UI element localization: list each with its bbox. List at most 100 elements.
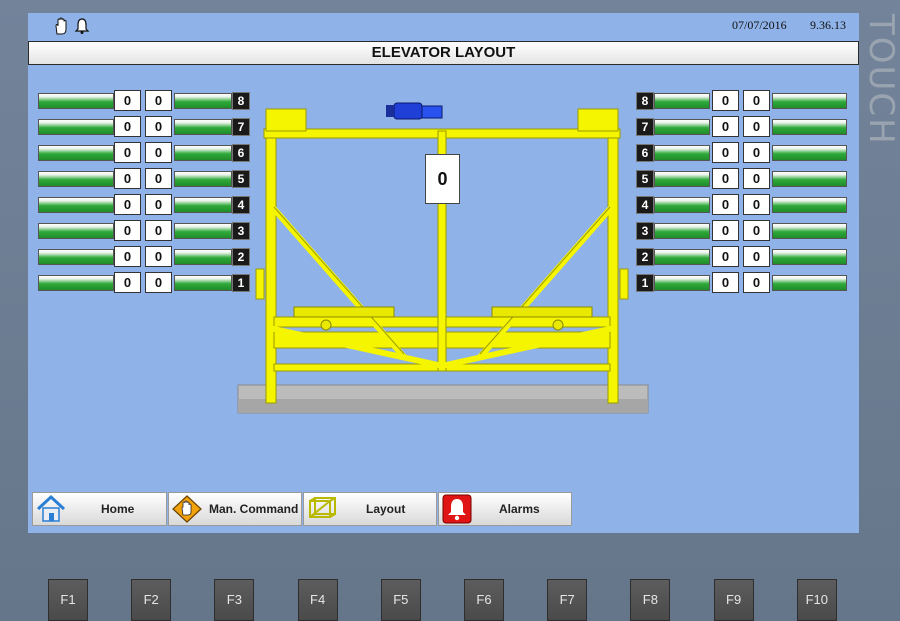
floor-bar-left [38,197,114,213]
floor-bar-left [38,223,114,239]
floor-value-a: 0 [712,90,739,111]
touch-label: TOUCH [861,14,900,146]
floor-value-b: 0 [145,142,172,163]
floor-bar-left [654,119,710,135]
floor-value-b: 0 [145,90,172,111]
floor-bar-right [174,171,232,187]
left-floor-row: 008 [38,90,250,111]
status-date: 07/07/2016 [732,18,787,32]
function-key-f2[interactable]: F2 [131,579,172,621]
home-label: Home [101,502,135,516]
floor-value-a: 0 [712,168,739,189]
floor-bar-right [174,93,232,109]
floor-bar-right [772,197,847,213]
floor-value-b: 0 [743,246,770,267]
floor-bar-right [174,197,232,213]
floor-bar-left [38,119,114,135]
left-floor-row: 007 [38,116,250,137]
floor-bar-right [772,249,847,265]
floor-value-a: 0 [114,142,141,163]
right-floor-row: 100 [636,272,848,293]
floor-value-b: 0 [145,116,172,137]
home-icon [36,494,66,522]
page-title: ELEVATOR LAYOUT [28,41,859,65]
function-key-f3[interactable]: F3 [214,579,255,621]
right-floor-row: 500 [636,168,848,189]
floor-bar-right [174,119,232,135]
right-floor-row: 600 [636,142,848,163]
floor-bar-right [772,119,847,135]
floor-bar-left [38,171,114,187]
left-floor-row: 005 [38,168,250,189]
function-key-f1[interactable]: F1 [48,579,88,621]
left-floor-row: 003 [38,220,250,241]
function-key-f8[interactable]: F8 [630,579,671,621]
floor-bar-right [174,275,232,291]
floor-bar-left [654,145,710,161]
motor-icon [386,102,443,120]
floor-bar-left [38,249,114,265]
floor-bar-right [772,171,847,187]
floor-value-b: 0 [145,272,172,293]
right-floor-row: 300 [636,220,848,241]
right-floor-row: 400 [636,194,848,215]
floor-value-a: 0 [712,142,739,163]
elevator-diagram [237,102,649,414]
left-floor-row: 002 [38,246,250,267]
layout-icon [309,497,336,518]
floor-value-b: 0 [743,220,770,241]
floor-bar-left [38,275,114,291]
function-key-f7[interactable]: F7 [547,579,588,621]
status-time: 9.36.13 [810,18,846,32]
alarms-button[interactable]: Alarms [438,492,572,526]
floor-bar-left [654,171,710,187]
floor-value-b: 0 [145,194,172,215]
floor-value-b: 0 [145,246,172,267]
floor-value-b: 0 [743,116,770,137]
hand-icon[interactable] [52,17,70,35]
floor-bar-left [38,145,114,161]
elevator-load-value: 0 [425,154,460,204]
floor-value-b: 0 [743,194,770,215]
floor-value-a: 0 [114,90,141,111]
layout-label: Layout [366,502,406,516]
floor-bar-left [654,223,710,239]
floor-bar-right [772,275,847,291]
layout-button[interactable]: Layout [303,492,437,526]
left-floor-row: 006 [38,142,250,163]
floor-value-a: 0 [712,272,739,293]
function-key-f10[interactable]: F10 [796,579,837,621]
floor-value-b: 0 [743,142,770,163]
function-key-f9[interactable]: F9 [713,579,754,621]
floor-bar-left [654,93,710,109]
right-floor-row: 200 [636,246,848,267]
home-button[interactable]: Home [32,492,167,526]
floor-value-b: 0 [743,90,770,111]
bell-icon[interactable] [73,17,91,35]
floor-value-a: 0 [114,168,141,189]
man-command-button[interactable]: Man. Command [168,492,302,526]
floor-bar-right [772,93,847,109]
floor-bar-right [174,145,232,161]
floor-value-b: 0 [743,272,770,293]
floor-value-b: 0 [145,168,172,189]
floor-value-a: 0 [712,220,739,241]
function-key-f5[interactable]: F5 [380,579,421,621]
floor-bar-right [772,145,847,161]
left-floor-row: 001 [38,272,250,293]
floor-value-a: 0 [114,272,141,293]
function-key-f4[interactable]: F4 [297,579,338,621]
floor-value-a: 0 [712,116,739,137]
floor-value-a: 0 [114,194,141,215]
floor-bar-right [174,249,232,265]
floor-value-a: 0 [114,220,141,241]
floor-bar-left [654,197,710,213]
floor-value-a: 0 [712,246,739,267]
hand-warning-icon [172,495,202,523]
man-command-label: Man. Command [209,502,299,516]
floor-bar-left [654,275,710,291]
function-key-f6[interactable]: F6 [464,579,504,621]
floor-value-a: 0 [712,194,739,215]
status-bar: 07/07/2016 9.36.13 [28,13,859,39]
hmi-screen: 07/07/2016 9.36.13 ELEVATOR LAYOUT 00800… [28,13,859,533]
